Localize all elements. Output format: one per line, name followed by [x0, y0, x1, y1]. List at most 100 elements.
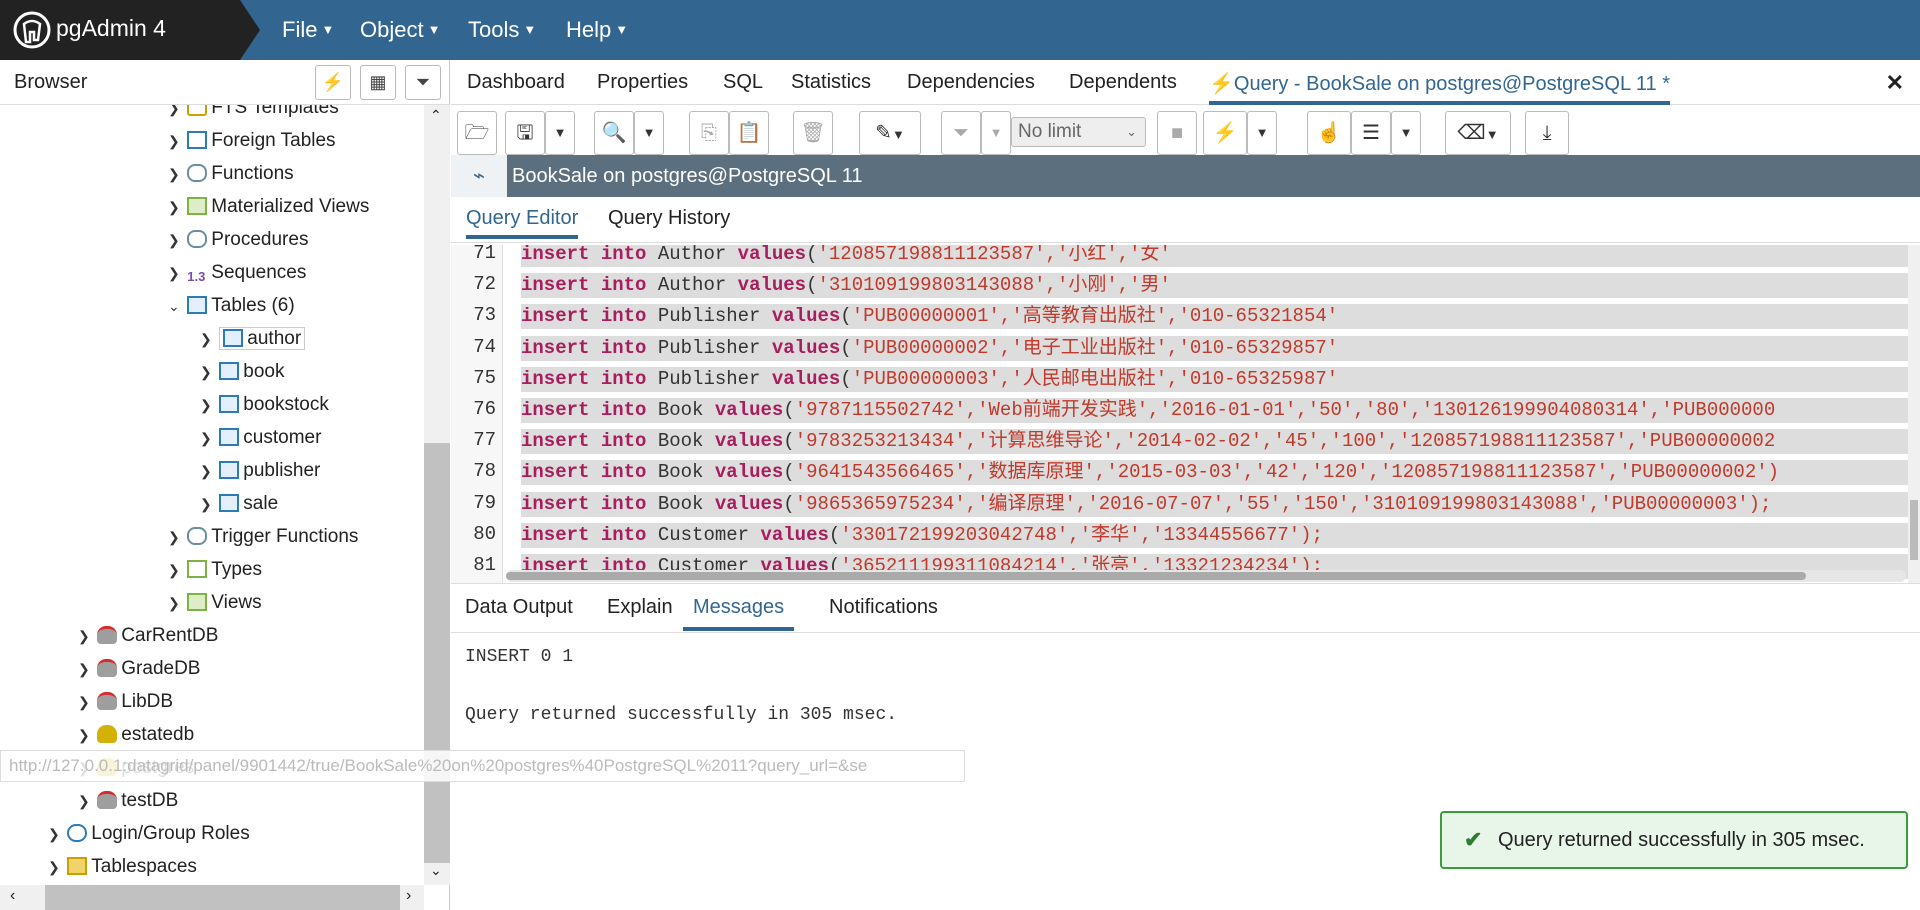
clear-button[interactable]: ⌫▼ [1445, 111, 1511, 155]
lightning-icon: ⚡ [1209, 73, 1234, 95]
code-line[interactable]: insert into Publisher values('PUB0000000… [521, 366, 1920, 392]
trash-icon: 🗑 [800, 122, 826, 144]
tree-node-tablespaces[interactable]: ❯ Tablespaces [48, 850, 197, 883]
tree-node-table-publisher[interactable]: ❯ publisher [200, 454, 320, 487]
filter-button[interactable]: ⏷ [941, 111, 981, 155]
table-icon [219, 395, 240, 413]
tree-node-table-book[interactable]: ❯ book [200, 355, 284, 388]
folder-open-icon: 🗁 [464, 122, 490, 144]
editor-horizontal-scrollbar[interactable] [506, 570, 1906, 582]
tree-node-table-bookstock[interactable]: ❯ bookstock [200, 388, 329, 421]
scrollbar-thumb[interactable] [506, 572, 1806, 580]
tree-node-table-sale[interactable]: ❯ sale [200, 487, 278, 520]
tree-node-fts-templates[interactable]: ❯ FTS Templates [168, 105, 339, 124]
menu-help[interactable]: Help ▼ [566, 17, 628, 43]
connection-bar: ⌁ BookSale on postgres@PostgreSQL 11 [451, 155, 1920, 197]
list-icon: ☰ [1362, 122, 1380, 144]
edit-button[interactable]: ✎▼ [859, 111, 921, 155]
tree-node-db-gradedb[interactable]: ❯ GradeDB [78, 652, 200, 685]
download-button[interactable]: ⤓ [1525, 111, 1569, 155]
tab-query-history[interactable]: Query History [608, 207, 730, 230]
code-line[interactable]: insert into Author values('1208571988111… [521, 245, 1920, 267]
commit-button[interactable]: ☝ [1307, 111, 1351, 155]
tree-node-foreign-tables[interactable]: ❯ Foreign Tables [168, 124, 336, 157]
scroll-up-icon[interactable]: ⌃ [430, 107, 442, 124]
code-line[interactable]: insert into Customer values('33017219920… [521, 522, 1920, 548]
code-line[interactable]: insert into Publisher values('PUB0000000… [521, 304, 1920, 330]
copy-button[interactable]: ⎘ [689, 111, 729, 155]
tab-dependencies[interactable]: Dependencies [907, 71, 1035, 94]
tree-node-materialized-views[interactable]: ❯ Materialized Views [168, 190, 369, 223]
tree-node-db-carrentdb[interactable]: ❯ CarRentDB [78, 619, 218, 652]
find-dropdown-button[interactable]: ▼ [634, 111, 664, 155]
tree-node-views[interactable]: ❯ Views [168, 586, 262, 619]
tree-node-tables[interactable]: ⌄ Tables (6) [168, 289, 295, 322]
view-data-button[interactable]: ▦ [360, 65, 396, 100]
tab-dependents[interactable]: Dependents [1069, 71, 1177, 94]
tree-node-sequences[interactable]: ❯ 1.3 Sequences [168, 256, 306, 289]
brand[interactable]: pgAdmin 4 [0, 0, 260, 60]
scrollbar-thumb[interactable] [45, 885, 400, 910]
code-line[interactable]: insert into Author values('3101091998031… [521, 273, 1920, 299]
save-dropdown-button[interactable]: ▼ [545, 111, 575, 155]
filter-dropdown-button[interactable]: ▼ [981, 111, 1011, 155]
database-disconnected-icon [97, 692, 118, 710]
filter-button[interactable]: ⏷ [405, 65, 441, 100]
tree-node-login-group-roles[interactable]: ❯ Login/Group Roles [48, 817, 250, 850]
connection-status-icon[interactable]: ⌁ [451, 155, 507, 197]
code-line[interactable]: insert into Publisher values('PUB0000000… [521, 335, 1920, 361]
tab-notifications[interactable]: Notifications [829, 596, 938, 619]
delete-row-button[interactable]: 🗑 [793, 111, 833, 155]
chevron-right-icon: ❯ [200, 463, 212, 479]
query-tool-button[interactable]: ⚡ [315, 65, 351, 100]
tree-node-db-estatedb[interactable]: ❯ estatedb [78, 718, 194, 751]
code-line[interactable]: insert into Book values('9865365975234',… [521, 491, 1920, 517]
scroll-left-icon[interactable]: ‹ [10, 887, 15, 905]
tree-node-types[interactable]: ❯ Types [168, 553, 262, 586]
cancel-query-button[interactable]: ■ [1157, 111, 1197, 155]
code-line[interactable]: insert into Book values('9783253213434',… [521, 429, 1920, 455]
edit-icon: ✎ [875, 122, 892, 144]
sql-editor[interactable]: 71 insert into Author values('12085719881… [451, 245, 1920, 583]
menu-file[interactable]: File ▼ [282, 17, 334, 43]
explain-button[interactable]: ☰ [1351, 111, 1391, 155]
tab-data-output[interactable]: Data Output [465, 596, 573, 619]
tree-node-table-author[interactable]: ❯ author [200, 322, 306, 355]
tab-dashboard[interactable]: Dashboard [467, 71, 565, 94]
paste-button[interactable]: 📋 [729, 111, 769, 155]
tab-query-tool[interactable]: ⚡Query - BookSale on postgres@PostgreSQL… [1209, 71, 1670, 105]
tab-explain[interactable]: Explain [607, 596, 673, 619]
menu-tools[interactable]: Tools ▼ [468, 17, 536, 43]
tree-node-db-testdb[interactable]: ❯ testDB [78, 784, 178, 817]
tab-sql[interactable]: SQL [723, 71, 763, 94]
scroll-right-icon[interactable]: › [406, 887, 411, 905]
row-limit-select[interactable]: No limit ⌄ [1011, 117, 1146, 147]
tab-statistics[interactable]: Statistics [791, 71, 871, 94]
tree-node-trigger-functions[interactable]: ❯ Trigger Functions [168, 520, 358, 553]
code-line[interactable]: insert into Book values('9641543566465',… [521, 460, 1920, 486]
execute-button[interactable]: ⚡ [1203, 111, 1247, 155]
scroll-down-icon[interactable]: ⌄ [430, 862, 442, 879]
success-toast[interactable]: ✔ Query returned successfully in 305 mse… [1440, 811, 1908, 869]
close-tab-icon[interactable]: ✕ [1886, 70, 1904, 96]
tab-messages[interactable]: Messages [683, 596, 795, 631]
tree-node-db-libdb[interactable]: ❯ LibDB [78, 685, 173, 718]
menu-object[interactable]: Object ▼ [360, 17, 440, 43]
execute-dropdown-button[interactable]: ▼ [1247, 111, 1277, 155]
tree-node-procedures[interactable]: ❯ Procedures [168, 223, 308, 256]
tab-properties[interactable]: Properties [597, 71, 688, 94]
tab-query-editor[interactable]: Query Editor [466, 207, 579, 239]
find-button[interactable]: 🔍 [594, 111, 634, 155]
explain-dropdown-button[interactable]: ▼ [1391, 111, 1421, 155]
open-file-button[interactable]: 🗁 [457, 111, 497, 155]
tree-horizontal-scrollbar[interactable]: ‹ › [0, 885, 424, 910]
save-file-button[interactable]: 🖫 [505, 111, 545, 155]
editor-vertical-scrollbar[interactable] [1908, 245, 1920, 583]
code-line[interactable]: insert into Book values('9787115502742',… [521, 398, 1920, 423]
scrollbar-thumb[interactable] [424, 443, 450, 863]
scrollbar-thumb[interactable] [1910, 500, 1918, 560]
tree-node-functions[interactable]: ❯ Functions [168, 157, 294, 190]
chevron-right-icon: ❯ [78, 628, 90, 644]
tablespace-icon [67, 857, 88, 875]
tree-node-table-customer[interactable]: ❯ customer [200, 421, 321, 454]
